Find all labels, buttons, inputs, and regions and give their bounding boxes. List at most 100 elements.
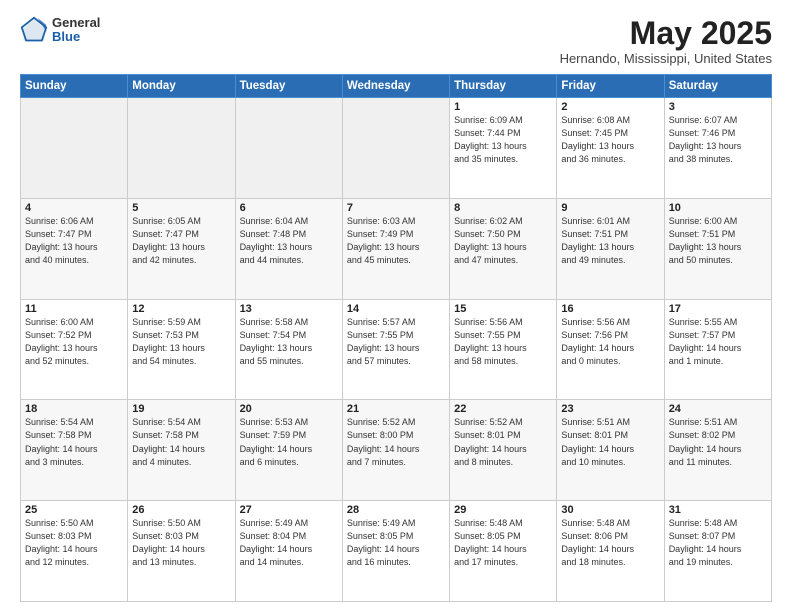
- day-info: Sunrise: 5:52 AM Sunset: 8:00 PM Dayligh…: [347, 416, 445, 468]
- day-info: Sunrise: 6:06 AM Sunset: 7:47 PM Dayligh…: [25, 215, 123, 267]
- day-cell: 15Sunrise: 5:56 AM Sunset: 7:55 PM Dayli…: [450, 299, 557, 400]
- day-cell: 24Sunrise: 5:51 AM Sunset: 8:02 PM Dayli…: [664, 400, 771, 501]
- day-cell: [128, 98, 235, 199]
- day-number: 28: [347, 504, 445, 516]
- col-header-tuesday: Tuesday: [235, 75, 342, 98]
- day-info: Sunrise: 6:05 AM Sunset: 7:47 PM Dayligh…: [132, 215, 230, 267]
- day-number: 21: [347, 403, 445, 415]
- week-row-1: 1Sunrise: 6:09 AM Sunset: 7:44 PM Daylig…: [21, 98, 772, 199]
- day-cell: 9Sunrise: 6:01 AM Sunset: 7:51 PM Daylig…: [557, 198, 664, 299]
- day-number: 8: [454, 202, 552, 214]
- day-info: Sunrise: 5:52 AM Sunset: 8:01 PM Dayligh…: [454, 416, 552, 468]
- day-info: Sunrise: 5:48 AM Sunset: 8:05 PM Dayligh…: [454, 517, 552, 569]
- day-info: Sunrise: 6:02 AM Sunset: 7:50 PM Dayligh…: [454, 215, 552, 267]
- title-block: May 2025 Hernando, Mississippi, United S…: [560, 16, 772, 66]
- day-number: 7: [347, 202, 445, 214]
- col-header-friday: Friday: [557, 75, 664, 98]
- day-cell: 30Sunrise: 5:48 AM Sunset: 8:06 PM Dayli…: [557, 501, 664, 602]
- day-number: 22: [454, 403, 552, 415]
- day-info: Sunrise: 6:04 AM Sunset: 7:48 PM Dayligh…: [240, 215, 338, 267]
- day-number: 6: [240, 202, 338, 214]
- day-cell: 2Sunrise: 6:08 AM Sunset: 7:45 PM Daylig…: [557, 98, 664, 199]
- day-info: Sunrise: 5:54 AM Sunset: 7:58 PM Dayligh…: [132, 416, 230, 468]
- logo-general-text: General: [52, 16, 100, 30]
- day-number: 24: [669, 403, 767, 415]
- col-header-monday: Monday: [128, 75, 235, 98]
- day-cell: 23Sunrise: 5:51 AM Sunset: 8:01 PM Dayli…: [557, 400, 664, 501]
- day-number: 10: [669, 202, 767, 214]
- day-cell: 1Sunrise: 6:09 AM Sunset: 7:44 PM Daylig…: [450, 98, 557, 199]
- day-info: Sunrise: 5:49 AM Sunset: 8:04 PM Dayligh…: [240, 517, 338, 569]
- day-cell: 13Sunrise: 5:58 AM Sunset: 7:54 PM Dayli…: [235, 299, 342, 400]
- header-row: SundayMondayTuesdayWednesdayThursdayFrid…: [21, 75, 772, 98]
- day-number: 18: [25, 403, 123, 415]
- day-info: Sunrise: 5:58 AM Sunset: 7:54 PM Dayligh…: [240, 316, 338, 368]
- day-number: 13: [240, 303, 338, 315]
- day-number: 2: [561, 101, 659, 113]
- day-cell: 18Sunrise: 5:54 AM Sunset: 7:58 PM Dayli…: [21, 400, 128, 501]
- month-year: May 2025: [560, 16, 772, 51]
- day-number: 23: [561, 403, 659, 415]
- day-number: 26: [132, 504, 230, 516]
- day-info: Sunrise: 5:56 AM Sunset: 7:55 PM Dayligh…: [454, 316, 552, 368]
- day-cell: 12Sunrise: 5:59 AM Sunset: 7:53 PM Dayli…: [128, 299, 235, 400]
- col-header-saturday: Saturday: [664, 75, 771, 98]
- day-info: Sunrise: 6:00 AM Sunset: 7:51 PM Dayligh…: [669, 215, 767, 267]
- day-cell: 20Sunrise: 5:53 AM Sunset: 7:59 PM Dayli…: [235, 400, 342, 501]
- day-number: 17: [669, 303, 767, 315]
- day-number: 16: [561, 303, 659, 315]
- day-cell: [235, 98, 342, 199]
- day-cell: 16Sunrise: 5:56 AM Sunset: 7:56 PM Dayli…: [557, 299, 664, 400]
- week-row-5: 25 Sunrise: 5:50 AM Sunset: 8:03 PM Dayli…: [21, 501, 772, 602]
- day-info: Sunrise: 5:55 AM Sunset: 7:57 PM Dayligh…: [669, 316, 767, 368]
- logo-icon: [20, 16, 48, 44]
- day-number: 25: [25, 504, 123, 516]
- day-cell: 28Sunrise: 5:49 AM Sunset: 8:05 PM Dayli…: [342, 501, 449, 602]
- day-cell: 5Sunrise: 6:05 AM Sunset: 7:47 PM Daylig…: [128, 198, 235, 299]
- day-number: 11: [25, 303, 123, 315]
- day-number: 20: [240, 403, 338, 415]
- logo: General Blue: [20, 16, 100, 45]
- day-info: Sunrise: 6:00 AM Sunset: 7:52 PM Dayligh…: [25, 316, 123, 368]
- day-cell: 19Sunrise: 5:54 AM Sunset: 7:58 PM Dayli…: [128, 400, 235, 501]
- day-cell: 6Sunrise: 6:04 AM Sunset: 7:48 PM Daylig…: [235, 198, 342, 299]
- day-number: 1: [454, 101, 552, 113]
- day-info: Sunrise: 6:01 AM Sunset: 7:51 PM Dayligh…: [561, 215, 659, 267]
- day-info: Sunrise: 5:54 AM Sunset: 7:58 PM Dayligh…: [25, 416, 123, 468]
- day-cell: 11Sunrise: 6:00 AM Sunset: 7:52 PM Dayli…: [21, 299, 128, 400]
- day-info: Sunrise: 5:51 AM Sunset: 8:01 PM Dayligh…: [561, 416, 659, 468]
- day-cell: 29Sunrise: 5:48 AM Sunset: 8:05 PM Dayli…: [450, 501, 557, 602]
- day-number: 30: [561, 504, 659, 516]
- logo-text: General Blue: [52, 16, 100, 45]
- header: General Blue May 2025 Hernando, Mississi…: [20, 16, 772, 66]
- col-header-wednesday: Wednesday: [342, 75, 449, 98]
- logo-blue-text: Blue: [52, 30, 100, 44]
- day-cell: 7Sunrise: 6:03 AM Sunset: 7:49 PM Daylig…: [342, 198, 449, 299]
- day-info: Sunrise: 6:09 AM Sunset: 7:44 PM Dayligh…: [454, 114, 552, 166]
- day-info: Sunrise: 6:03 AM Sunset: 7:49 PM Dayligh…: [347, 215, 445, 267]
- day-cell: 22Sunrise: 5:52 AM Sunset: 8:01 PM Dayli…: [450, 400, 557, 501]
- calendar-table: SundayMondayTuesdayWednesdayThursdayFrid…: [20, 74, 772, 602]
- day-info: Sunrise: 5:48 AM Sunset: 8:06 PM Dayligh…: [561, 517, 659, 569]
- day-cell: 17Sunrise: 5:55 AM Sunset: 7:57 PM Dayli…: [664, 299, 771, 400]
- week-row-4: 18Sunrise: 5:54 AM Sunset: 7:58 PM Dayli…: [21, 400, 772, 501]
- page: General Blue May 2025 Hernando, Mississi…: [0, 0, 792, 612]
- day-cell: 8Sunrise: 6:02 AM Sunset: 7:50 PM Daylig…: [450, 198, 557, 299]
- day-number: 3: [669, 101, 767, 113]
- day-cell: [21, 98, 128, 199]
- day-info: Sunrise: 6:07 AM Sunset: 7:46 PM Dayligh…: [669, 114, 767, 166]
- day-info: Sunrise: 5:49 AM Sunset: 8:05 PM Dayligh…: [347, 517, 445, 569]
- day-number: 19: [132, 403, 230, 415]
- col-header-thursday: Thursday: [450, 75, 557, 98]
- day-cell: 31Sunrise: 5:48 AM Sunset: 8:07 PM Dayli…: [664, 501, 771, 602]
- week-row-3: 11Sunrise: 6:00 AM Sunset: 7:52 PM Dayli…: [21, 299, 772, 400]
- day-number: 9: [561, 202, 659, 214]
- day-info: Sunrise: 5:56 AM Sunset: 7:56 PM Dayligh…: [561, 316, 659, 368]
- col-header-sunday: Sunday: [21, 75, 128, 98]
- day-info: Sunrise: 5:53 AM Sunset: 7:59 PM Dayligh…: [240, 416, 338, 468]
- day-info: Sunrise: 5:50 AM Sunset: 8:03 PM Dayligh…: [132, 517, 230, 569]
- day-cell: 26Sunrise: 5:50 AM Sunset: 8:03 PM Dayli…: [128, 501, 235, 602]
- day-cell: 10Sunrise: 6:00 AM Sunset: 7:51 PM Dayli…: [664, 198, 771, 299]
- day-number: 27: [240, 504, 338, 516]
- day-number: 12: [132, 303, 230, 315]
